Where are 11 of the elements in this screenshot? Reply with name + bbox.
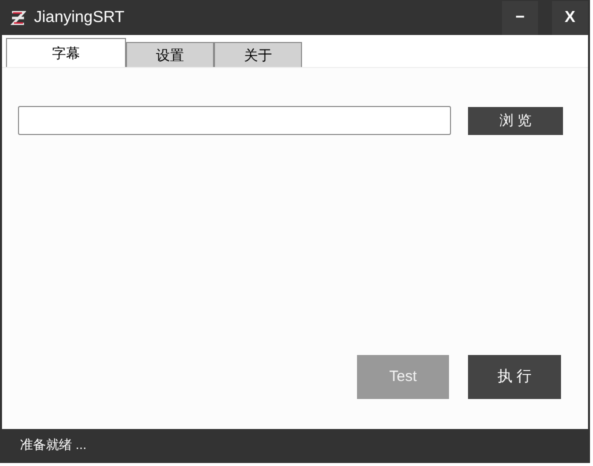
minimize-button[interactable]: −: [502, 0, 538, 34]
window-title: JianyingSRT: [34, 8, 124, 28]
logo-icon: [10, 10, 26, 24]
path-field[interactable]: [18, 106, 451, 135]
run-button[interactable]: 执 行: [468, 355, 561, 399]
tab[interactable]: 字幕: [6, 38, 126, 67]
tab[interactable]: 设置: [126, 42, 214, 67]
status-text: 准备就绪 ...: [20, 436, 86, 454]
tab[interactable]: 关于: [214, 42, 302, 67]
browse-button[interactable]: 浏 览: [468, 106, 563, 134]
close-button[interactable]: X: [552, 0, 588, 34]
